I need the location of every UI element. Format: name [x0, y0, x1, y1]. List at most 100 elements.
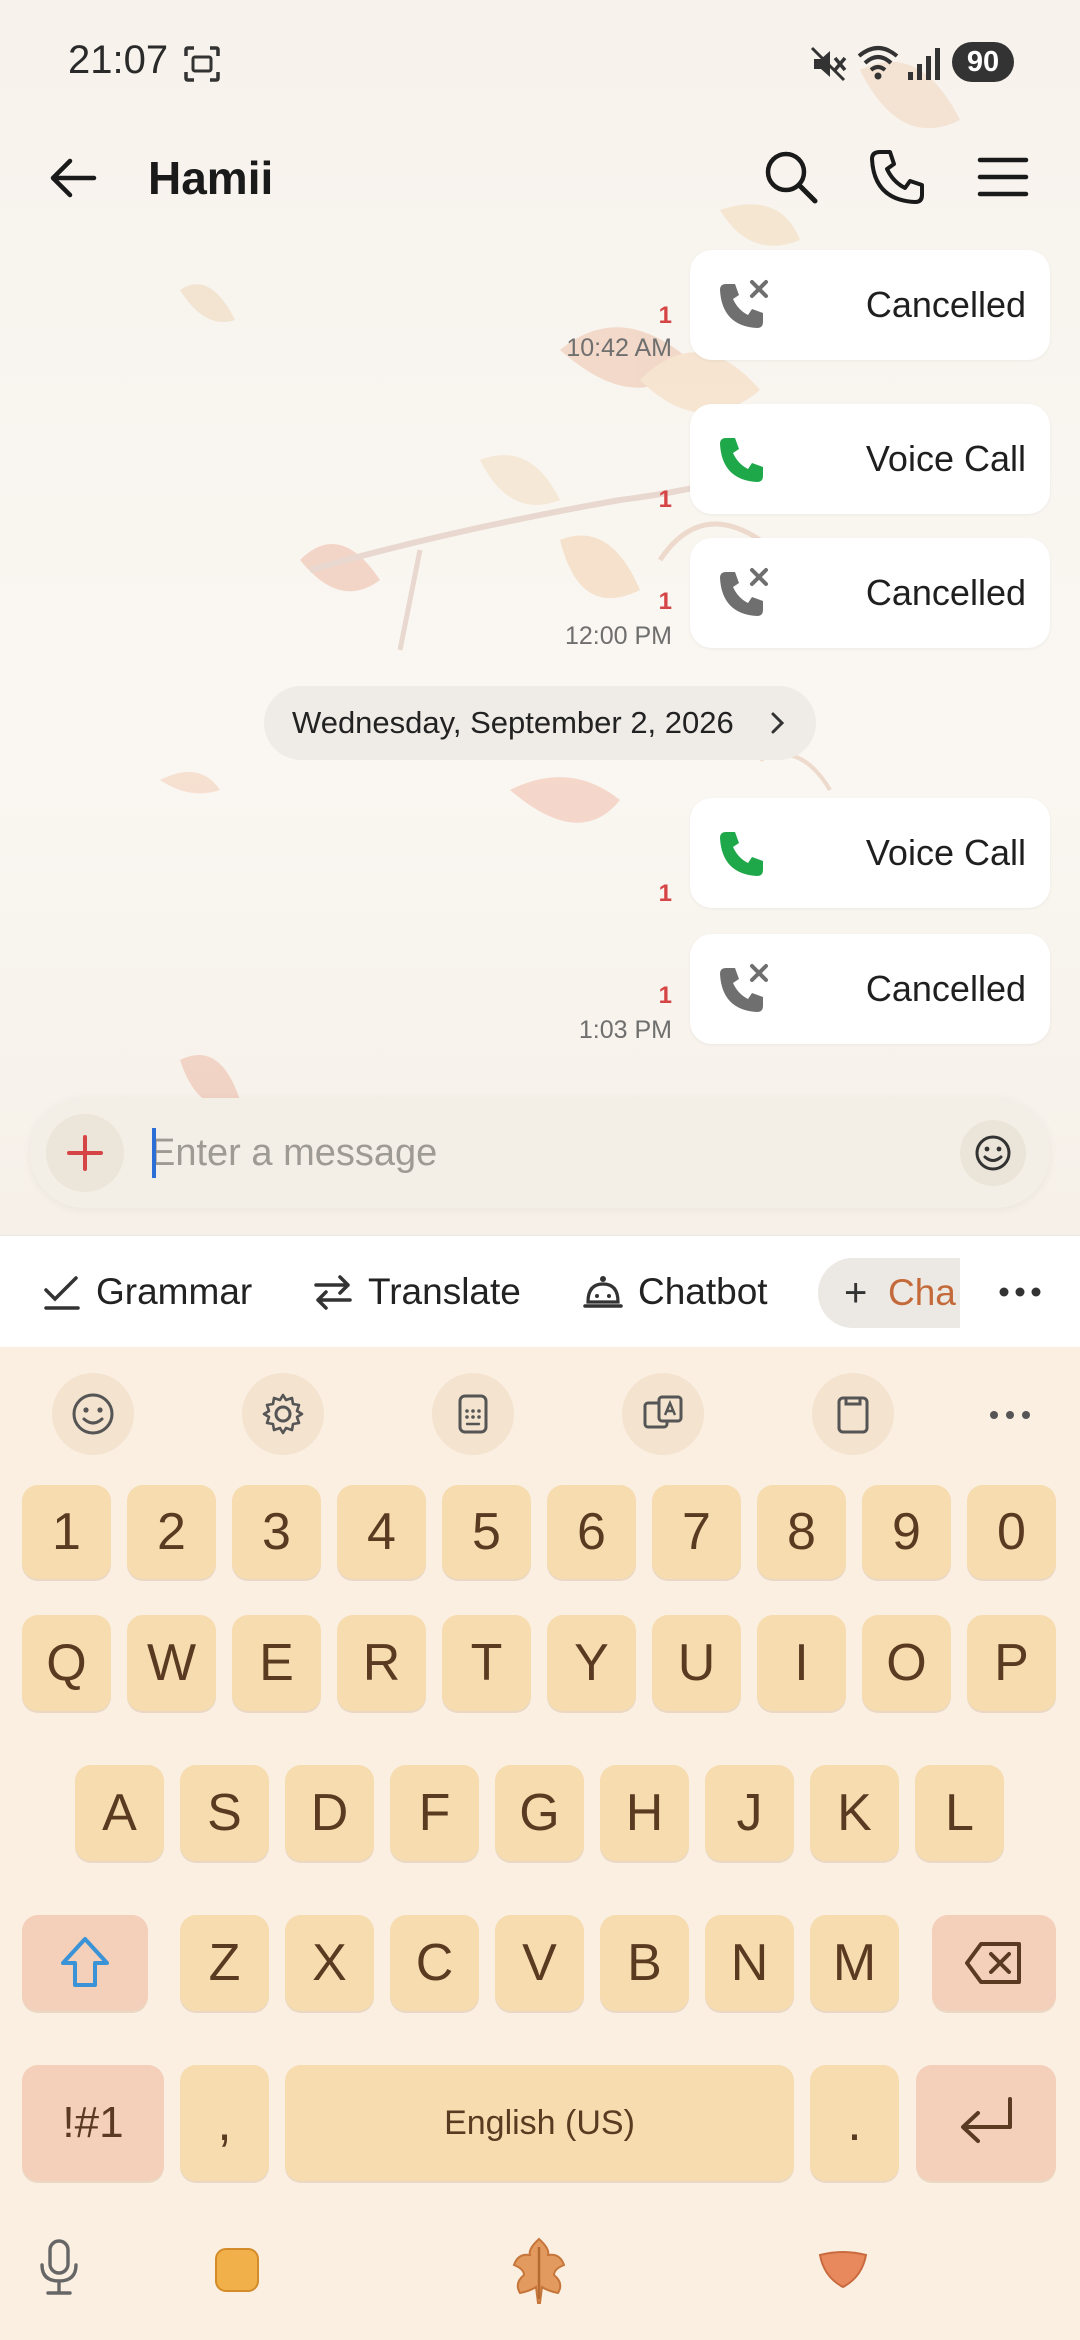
text-translate-icon — [643, 1395, 683, 1429]
translate-button[interactable]: Translate — [312, 1236, 521, 1348]
translate-arrows-icon — [314, 1275, 352, 1310]
key-z[interactable]: Z — [180, 1915, 269, 2011]
attach-button[interactable] — [46, 1114, 124, 1192]
key-b[interactable]: B — [600, 1915, 689, 2011]
period-key[interactable]: . — [810, 2065, 899, 2181]
key-e[interactable]: E — [232, 1615, 321, 1711]
back-arrow-icon[interactable] — [44, 148, 104, 208]
sticker-icon[interactable] — [212, 2245, 262, 2295]
call-status-label: Cancelled — [865, 284, 1026, 325]
signal-icon — [908, 48, 940, 80]
comma-key[interactable]: , — [180, 2065, 269, 2181]
key-k[interactable]: K — [810, 1765, 899, 1861]
key-l[interactable]: L — [915, 1765, 1004, 1861]
key-9[interactable]: 9 — [862, 1485, 951, 1579]
key-o[interactable]: O — [862, 1615, 951, 1711]
message-composer — [30, 1098, 1050, 1208]
wifi-icon — [857, 46, 899, 80]
unread-count: 1 — [658, 486, 672, 513]
key-h[interactable]: H — [600, 1765, 689, 1861]
chatbot-label: Chatbot — [638, 1271, 768, 1312]
keypad-icon — [458, 1394, 488, 1434]
key-i[interactable]: I — [757, 1615, 846, 1711]
call-bubble[interactable]: Voice Call — [690, 798, 1050, 908]
grammar-button[interactable]: Grammar — [42, 1236, 252, 1348]
unread-count: 1 — [658, 982, 672, 1009]
symbols-key[interactable]: !#1 — [22, 2065, 164, 2181]
key-f[interactable]: F — [390, 1765, 479, 1861]
battery-indicator: 90 — [952, 42, 1014, 82]
call-bubble[interactable]: Cancelled — [690, 250, 1050, 360]
smiley-icon — [975, 1135, 1011, 1171]
key-j[interactable]: J — [705, 1765, 794, 1861]
keyboard-translate-button[interactable] — [622, 1373, 704, 1455]
key-4[interactable]: 4 — [337, 1485, 426, 1579]
key-1[interactable]: 1 — [22, 1485, 111, 1579]
key-n[interactable]: N — [705, 1915, 794, 2011]
phone-call-icon[interactable] — [866, 146, 928, 208]
search-icon[interactable] — [760, 146, 822, 208]
call-bubble[interactable]: Cancelled — [690, 934, 1050, 1044]
leaf-theme-icon[interactable] — [502, 2233, 576, 2307]
key-y[interactable]: Y — [547, 1615, 636, 1711]
keyboard-suggestion-bar: Grammar Translate Chatbot + Cha — [0, 1235, 1080, 1347]
message-time: 12:00 PM — [564, 622, 672, 650]
call-bubble[interactable]: Cancelled — [690, 538, 1050, 648]
menu-icon[interactable] — [972, 146, 1034, 208]
key-q[interactable]: Q — [22, 1615, 111, 1711]
key-s[interactable]: S — [180, 1765, 269, 1861]
gif-sticker-icon[interactable] — [816, 2247, 870, 2291]
space-bar[interactable]: English (US) — [285, 2065, 794, 2181]
key-2[interactable]: 2 — [127, 1485, 216, 1579]
key-a[interactable]: A — [75, 1765, 164, 1861]
key-0[interactable]: 0 — [967, 1485, 1056, 1579]
plus-icon: + — [844, 1271, 868, 1315]
voice-call-icon — [720, 438, 763, 482]
checkmark-icon — [44, 1276, 80, 1310]
chatbot-button[interactable]: Chatbot — [582, 1236, 768, 1348]
keyboard-layout-button[interactable] — [432, 1373, 514, 1455]
date-divider[interactable]: Wednesday, September 2, 2026 — [264, 686, 816, 760]
status-bar: 21:07 90 — [0, 0, 1080, 130]
grammar-label: Grammar — [96, 1271, 253, 1312]
text-cursor — [152, 1128, 156, 1178]
keyboard-emoji-button[interactable] — [52, 1373, 134, 1455]
key-m[interactable]: M — [810, 1915, 899, 2011]
key-3[interactable]: 3 — [232, 1485, 321, 1579]
key-x[interactable]: X — [285, 1915, 374, 2011]
key-g[interactable]: G — [495, 1765, 584, 1861]
call-status-label: Cancelled — [865, 572, 1026, 613]
clipboard-button[interactable] — [812, 1373, 894, 1455]
message-time: 10:42 AM — [566, 334, 672, 362]
key-6[interactable]: 6 — [547, 1485, 636, 1579]
emoji-button[interactable] — [960, 1120, 1026, 1186]
more-options-icon[interactable] — [980, 1385, 1040, 1445]
message-input[interactable] — [150, 1120, 970, 1186]
key-w[interactable]: W — [127, 1615, 216, 1711]
more-options-icon[interactable] — [990, 1262, 1050, 1322]
add-chat-button[interactable]: + Cha — [818, 1258, 960, 1328]
voice-call-icon — [720, 832, 763, 876]
key-d[interactable]: D — [285, 1765, 374, 1861]
keyboard-settings-button[interactable] — [242, 1373, 324, 1455]
key-p[interactable]: P — [967, 1615, 1056, 1711]
key-r[interactable]: R — [337, 1615, 426, 1711]
translate-label: Translate — [368, 1271, 521, 1312]
key-5[interactable]: 5 — [442, 1485, 531, 1579]
chatbot-bell-icon — [583, 1276, 623, 1308]
backspace-key[interactable] — [932, 1915, 1056, 2011]
key-v[interactable]: V — [495, 1915, 584, 2011]
contact-name[interactable]: Hamii — [148, 148, 273, 208]
shift-key[interactable] — [22, 1915, 148, 2011]
key-8[interactable]: 8 — [757, 1485, 846, 1579]
microphone-icon[interactable] — [34, 2237, 84, 2297]
enter-key[interactable] — [916, 2065, 1056, 2181]
call-bubble[interactable]: Voice Call — [690, 404, 1050, 514]
shift-arrow-icon — [61, 1937, 109, 1987]
call-status-label: Voice Call — [865, 438, 1026, 479]
key-7[interactable]: 7 — [652, 1485, 741, 1579]
call-status-label: Voice Call — [865, 832, 1026, 873]
key-t[interactable]: T — [442, 1615, 531, 1711]
key-u[interactable]: U — [652, 1615, 741, 1711]
key-c[interactable]: C — [390, 1915, 479, 2011]
